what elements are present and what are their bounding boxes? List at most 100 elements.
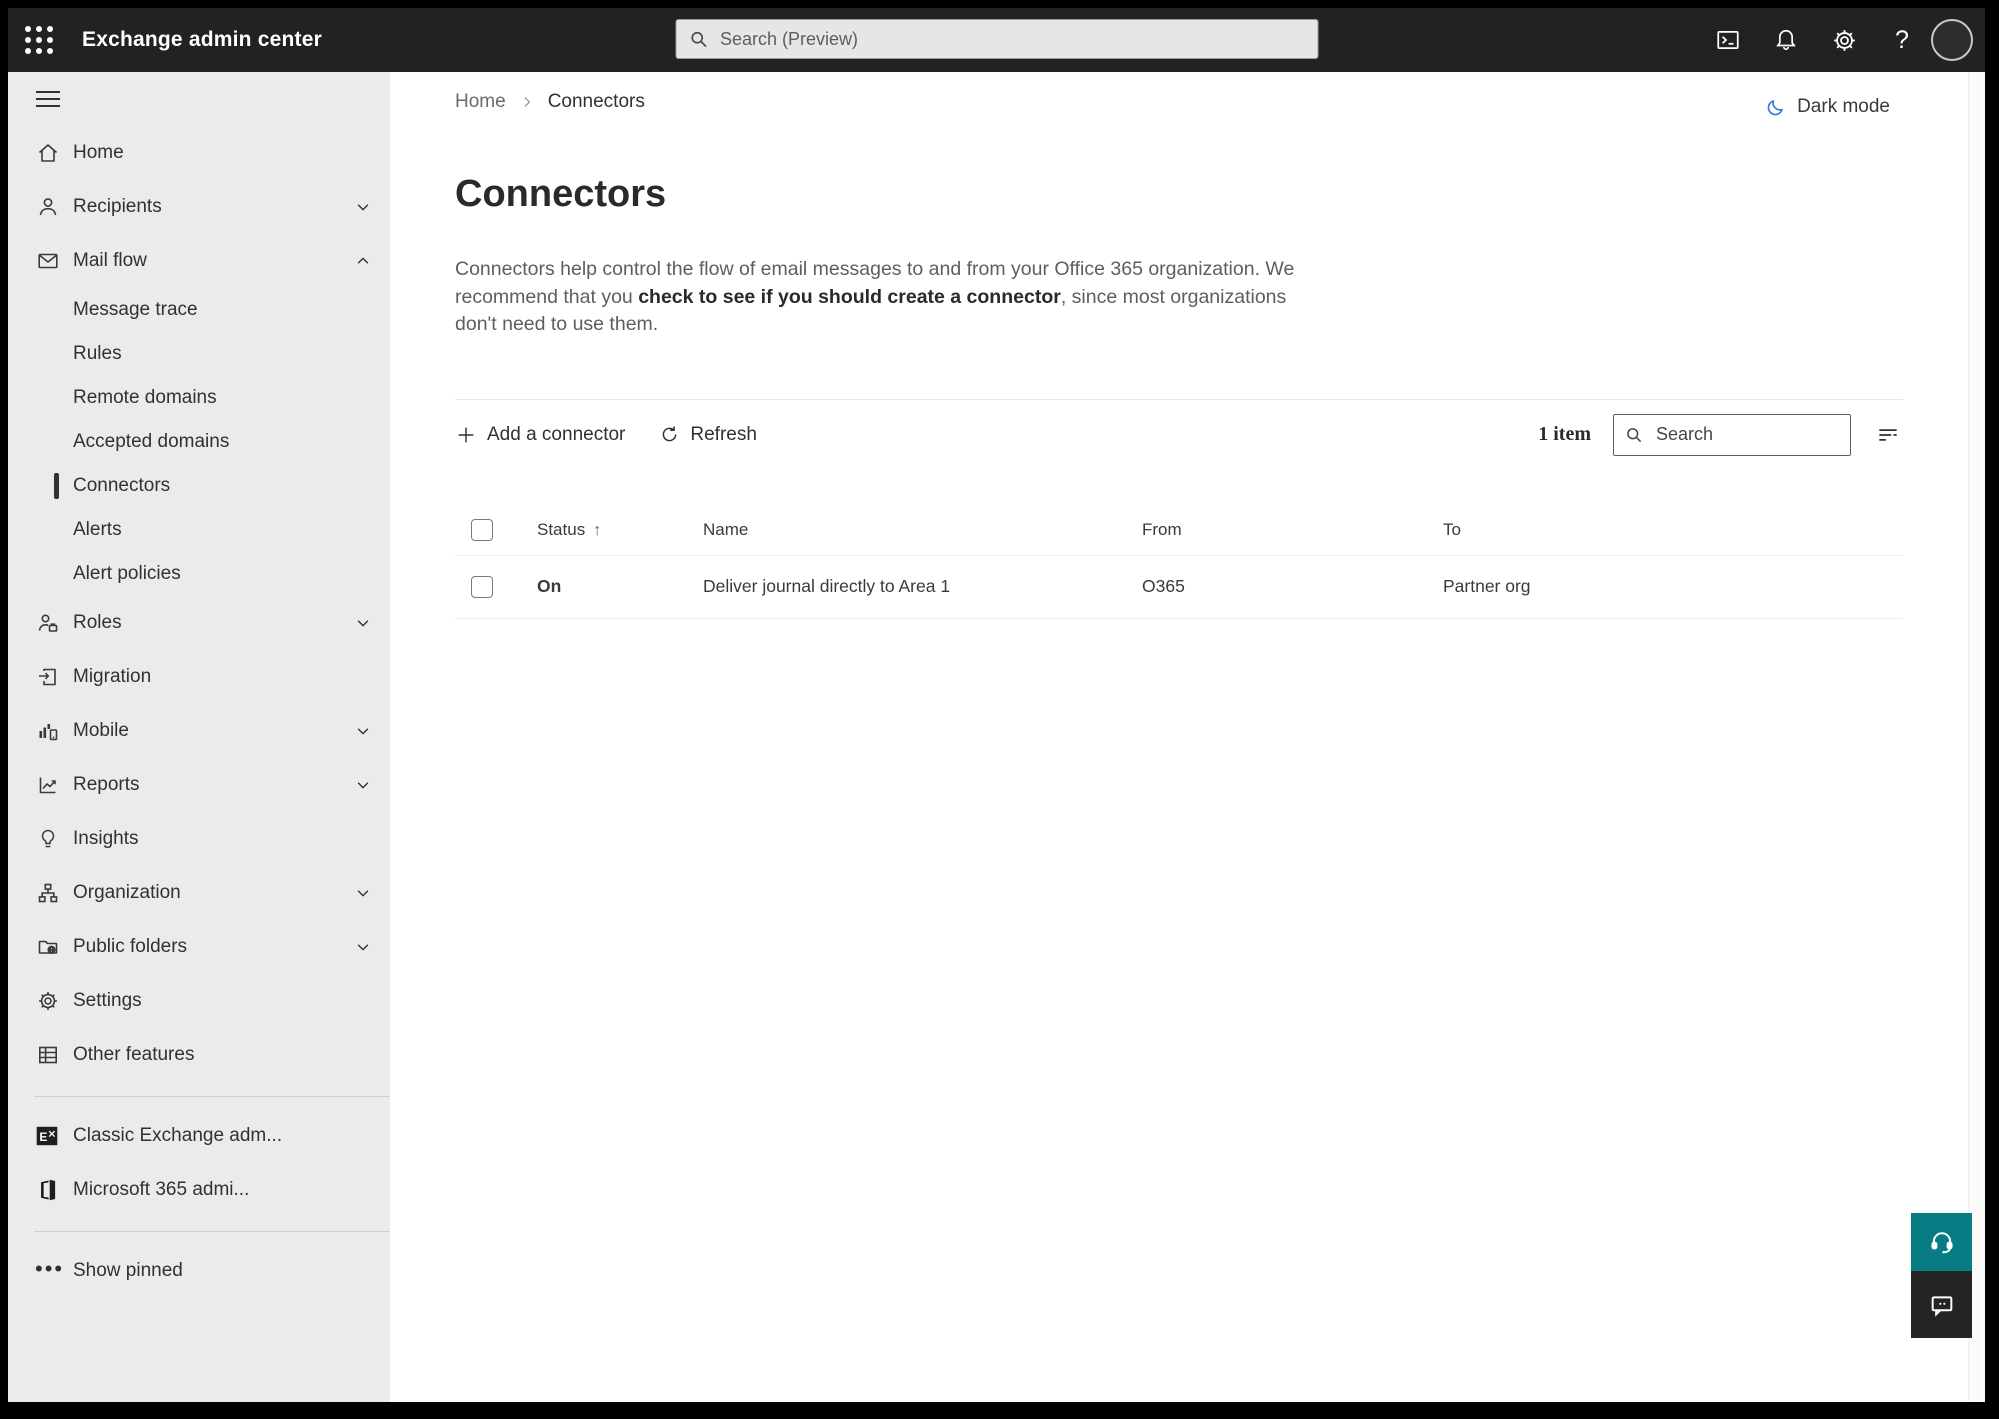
list-search-box[interactable] — [1613, 413, 1851, 456]
vertical-scrollbar[interactable] — [1968, 72, 1985, 1402]
search-icon — [1627, 427, 1642, 442]
powershell-button[interactable] — [1699, 8, 1757, 72]
sidebar-item-label: Accepted domains — [73, 431, 230, 452]
filter-button[interactable] — [1873, 420, 1903, 450]
folder-globe-icon — [35, 934, 61, 960]
nav-collapse-button[interactable] — [8, 72, 390, 126]
app-window: Exchange admin center ? — [8, 8, 1985, 1402]
sidebar-item-remote-domains[interactable]: Remote domains — [8, 376, 390, 420]
sidebar-item-label: Migration — [73, 666, 152, 687]
sidebar-item-label: Rules — [73, 343, 122, 364]
sidebar-item-alert-policies[interactable]: Alert policies — [8, 552, 390, 596]
sidebar-item-message-trace[interactable]: Message trace — [8, 288, 390, 332]
document-arrow-icon — [35, 664, 61, 690]
sidebar-item-mail-flow[interactable]: Mail flow — [8, 234, 390, 288]
sidebar-item-mobile[interactable]: Mobile — [8, 704, 390, 758]
table-grid-icon — [35, 1042, 61, 1068]
sidebar-item-migration[interactable]: Migration — [8, 650, 390, 704]
microsoft-365-icon — [34, 1177, 60, 1203]
app-launcher-button[interactable] — [8, 8, 70, 72]
settings-button[interactable] — [1815, 8, 1873, 72]
description-link[interactable]: check to see if you should create a conn… — [638, 286, 1061, 308]
chat-icon — [1931, 1295, 1952, 1317]
sidebar-item-label: Other features — [73, 1044, 195, 1065]
chevron-down-icon — [354, 884, 372, 902]
column-header-from[interactable]: From — [1142, 520, 1443, 540]
support-button[interactable] — [1911, 1213, 1972, 1271]
sidebar-item-show-pinned[interactable]: ••• Show pinned — [8, 1244, 390, 1298]
column-header-to[interactable]: To — [1443, 520, 1903, 540]
sidebar-item-label: Connectors — [73, 475, 171, 496]
select-all-checkbox[interactable] — [471, 518, 493, 541]
main-content: Home Connectors Connectors Connectors he… — [390, 72, 1969, 1402]
sidebar-item-classic-exchange[interactable]: E Classic Exchange adm... — [8, 1109, 390, 1163]
sidebar-item-connectors[interactable]: Connectors — [8, 464, 390, 508]
add-connector-button[interactable]: Add a connector — [455, 424, 625, 446]
chevron-down-icon — [354, 938, 372, 956]
table-row[interactable]: On Deliver journal directly to Area 1 O3… — [455, 556, 1903, 619]
sidebar-item-organization[interactable]: Organization — [8, 866, 390, 920]
sidebar-item-roles[interactable]: Roles — [8, 596, 390, 650]
chevron-down-icon — [354, 776, 372, 794]
person-briefcase-icon — [35, 610, 61, 636]
page-description: Connectors help control the flow of emai… — [455, 256, 1300, 339]
sidebar-item-rules[interactable]: Rules — [8, 332, 390, 376]
breadcrumb-home-link[interactable]: Home — [455, 91, 506, 113]
page-title: Connectors — [455, 173, 667, 215]
account-avatar[interactable] — [1931, 19, 1973, 61]
lightbulb-icon — [35, 826, 61, 852]
nav-divider — [34, 1231, 390, 1232]
column-header-status[interactable]: Status ↑ — [537, 520, 703, 540]
sidebar-item-label: Organization — [73, 882, 181, 903]
terminal-icon — [1717, 31, 1739, 49]
row-to: Partner org — [1443, 576, 1531, 596]
svg-text:E: E — [39, 1130, 47, 1144]
sidebar-item-m365-admin[interactable]: Microsoft 365 admi... — [8, 1163, 390, 1217]
line-chart-icon — [35, 772, 61, 798]
sidebar-item-reports[interactable]: Reports — [8, 758, 390, 812]
column-header-name[interactable]: Name — [703, 520, 1142, 540]
row-name[interactable]: Deliver journal directly to Area 1 — [703, 576, 1142, 597]
sidebar-item-accepted-domains[interactable]: Accepted domains — [8, 420, 390, 464]
add-connector-label: Add a connector — [487, 423, 626, 445]
notifications-button[interactable] — [1757, 8, 1815, 72]
dark-mode-toggle[interactable]: Dark mode — [1765, 96, 1890, 118]
sidebar-item-label: Recipients — [73, 196, 162, 217]
dark-mode-label: Dark mode — [1797, 96, 1890, 117]
item-count: 1 item — [1538, 423, 1591, 445]
sidebar-item-label: Alerts — [73, 519, 122, 540]
global-search-box[interactable] — [675, 19, 1318, 59]
sidebar-item-label: Show pinned — [73, 1260, 183, 1281]
sidebar-item-label: Settings — [73, 990, 142, 1011]
sidebar-item-recipients[interactable]: Recipients — [8, 180, 390, 234]
refresh-button[interactable]: Refresh — [659, 424, 757, 446]
app-title[interactable]: Exchange admin center — [82, 28, 322, 52]
help-button[interactable]: ? — [1873, 8, 1931, 72]
row-checkbox[interactable] — [471, 575, 493, 598]
feedback-button[interactable] — [1911, 1271, 1972, 1338]
sidebar-item-label: Mail flow — [73, 250, 147, 271]
sidebar-item-other-features[interactable]: Other features — [8, 1028, 390, 1082]
sidebar-item-alerts[interactable]: Alerts — [8, 508, 390, 552]
sidebar-item-label: Remote domains — [73, 387, 217, 408]
breadcrumb: Home Connectors — [455, 88, 1903, 116]
plus-icon — [458, 427, 474, 442]
table-header: Status ↑ Name From To — [455, 505, 1903, 556]
nav-divider — [34, 1096, 390, 1097]
global-search-input[interactable] — [718, 27, 1305, 51]
sidebar-item-public-folders[interactable]: Public folders — [8, 920, 390, 974]
bell-icon — [1776, 29, 1796, 51]
row-checkbox-cell — [455, 575, 537, 598]
hamburger-icon — [36, 86, 60, 112]
sidebar-item-settings[interactable]: Settings — [8, 974, 390, 1028]
chart-phone-icon — [35, 718, 61, 744]
list-search-input[interactable] — [1654, 423, 1840, 446]
gear-icon — [1833, 29, 1855, 51]
left-nav: Home Recipients Mail flow Message trace … — [8, 72, 390, 1402]
sidebar-item-insights[interactable]: Insights — [8, 812, 390, 866]
screenshot-stage: Exchange admin center ? — [0, 0, 1999, 1419]
sidebar-item-home[interactable]: Home — [8, 126, 390, 180]
toolbar: Add a connector Refresh 1 item — [455, 400, 1903, 470]
sidebar-item-label: Home — [73, 142, 124, 163]
sidebar-item-label: Classic Exchange adm... — [73, 1125, 283, 1146]
